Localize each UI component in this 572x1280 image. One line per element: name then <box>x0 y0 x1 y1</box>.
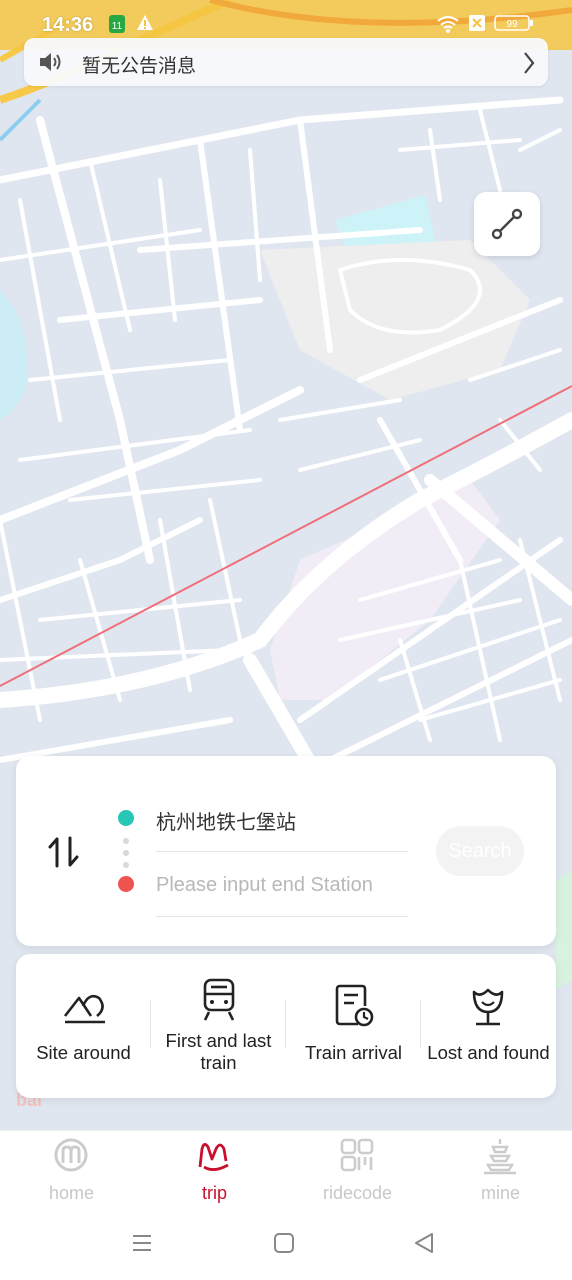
qr-code-icon <box>340 1138 374 1172</box>
connector-dot <box>123 862 129 868</box>
back-triangle-icon[interactable] <box>413 1232 435 1259</box>
end-station-dot <box>118 876 134 892</box>
nav-home[interactable]: home <box>0 1131 143 1211</box>
nav-mine[interactable]: mine <box>429 1131 572 1211</box>
feature-label: Train arrival <box>305 1042 402 1063</box>
route-button[interactable] <box>474 192 540 256</box>
tulip-icon <box>472 988 504 1026</box>
svg-text:11: 11 <box>112 21 123 32</box>
features-card: Site around First and last train Train a <box>16 954 556 1098</box>
start-station-dot <box>118 810 134 826</box>
pagoda-icon <box>484 1139 516 1175</box>
svg-text:99: 99 <box>506 19 518 30</box>
feature-lost-found[interactable]: Lost and found <box>421 954 556 1098</box>
trip-icon <box>198 1143 229 1171</box>
sim-off-icon <box>468 14 486 37</box>
bottom-nav: home trip ridecode mine <box>0 1130 572 1211</box>
schedule-clock-icon <box>335 984 374 1027</box>
nav-label: home <box>48 1183 95 1203</box>
feature-site-around[interactable]: Site around <box>16 954 151 1098</box>
end-station-underline <box>156 916 408 917</box>
home-square-icon[interactable] <box>273 1232 295 1259</box>
notice-text: 暂无公告消息 <box>82 56 197 77</box>
menu-icon[interactable] <box>131 1232 153 1259</box>
nav-trip[interactable]: trip <box>143 1131 286 1211</box>
warning-icon <box>136 14 154 37</box>
route-search-card: 杭州地铁七堡站 Search <box>16 756 556 946</box>
start-station-field[interactable]: 杭州地铁七堡站 <box>156 806 296 835</box>
feature-label: Lost and found <box>427 1042 550 1063</box>
swap-stations-button[interactable] <box>46 834 82 870</box>
map-greenery <box>556 870 572 990</box>
status-time: 14:36 <box>42 14 94 36</box>
feature-first-last-train[interactable]: First and last train <box>151 954 286 1098</box>
nav-label: mine <box>480 1183 520 1203</box>
nav-label: trip <box>201 1183 227 1203</box>
feature-label: First and last train <box>165 1030 272 1073</box>
feature-train-arrival[interactable]: Train arrival <box>286 954 421 1098</box>
end-station-input[interactable] <box>156 871 408 899</box>
notice-bar[interactable]: 暂无公告消息 <box>24 38 548 86</box>
wifi-icon <box>436 14 460 39</box>
route-icon <box>491 208 523 240</box>
swap-icon <box>48 836 79 868</box>
app-notification-icon: 11 <box>108 14 126 39</box>
nav-label: ridecode <box>322 1183 393 1203</box>
search-button[interactable]: Search <box>436 826 524 876</box>
start-station-underline <box>156 851 408 852</box>
mountain-sun-icon <box>63 994 105 1024</box>
chevron-right-icon[interactable] <box>522 50 536 81</box>
app-screen: bai 14:36 11 99 暂无公告消息 杭州地铁七堡站 Please in… <box>0 0 572 1280</box>
metro-logo-icon <box>54 1138 88 1172</box>
speaker-icon <box>38 50 64 79</box>
feature-label: Site around <box>36 1042 131 1063</box>
connector-dot <box>123 838 129 844</box>
train-icon <box>203 978 235 1021</box>
nav-ridecode[interactable]: ridecode <box>286 1131 429 1211</box>
connector-dot <box>123 850 129 856</box>
system-nav-bar <box>0 1210 572 1280</box>
battery-icon: 99 <box>494 14 534 37</box>
